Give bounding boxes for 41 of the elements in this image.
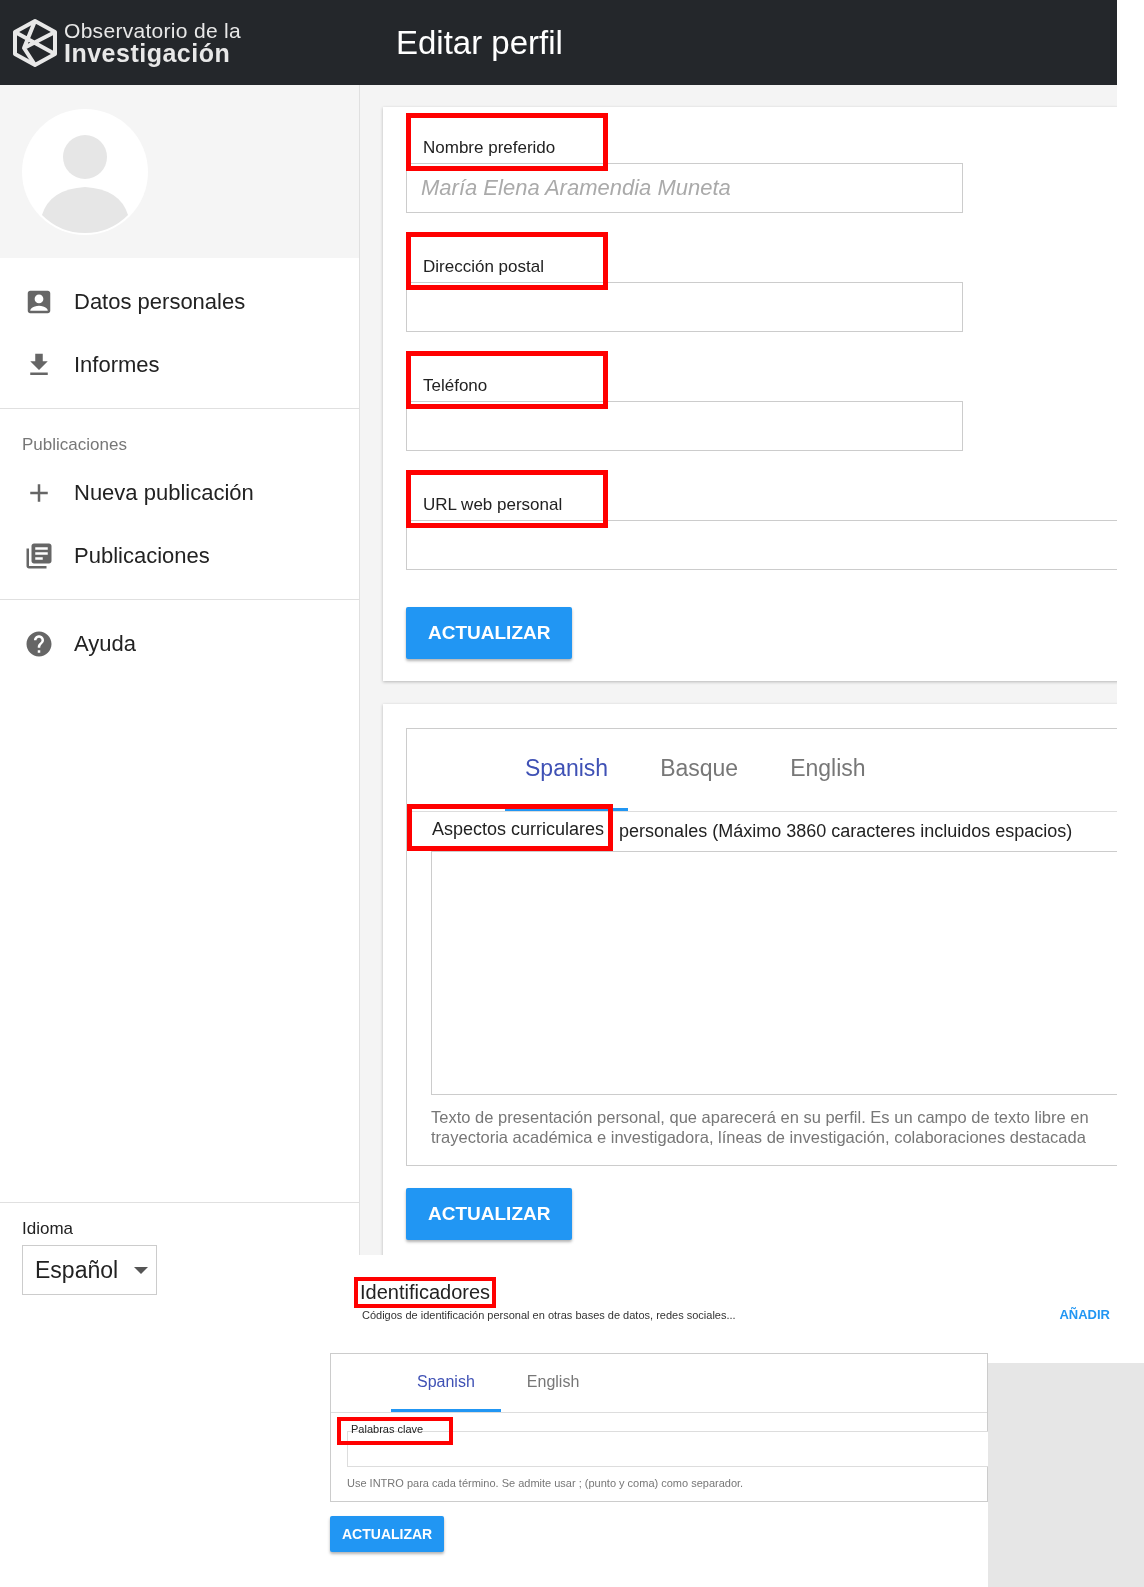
input-field[interactable] [406,520,1117,570]
avatar-icon [20,107,150,237]
section-subheader: Publicaciones [21,434,128,456]
nav-item[interactable]: Nueva publicación [0,461,359,524]
help-text: Use INTRO para cada término. Se admite usar ; (punto y coma) como separador. [346,1476,745,1491]
nav-item[interactable]: Ayuda [0,612,359,675]
field-label: Aspectos curriculares [432,819,605,839]
section-subtitle: Códigos de identificación personal en otras bases de datos, redes sociales... [361,1309,736,1321]
input-field[interactable] [347,1431,989,1467]
field-label: Palabras clave [351,1423,424,1435]
language-tab[interactable]: English [500,1354,606,1412]
section-title: Identificadores [360,1281,491,1303]
help-text: trayectoria académica e investigadora, líneas de investigación, colaboraciones destacada [431,1127,1087,1147]
nav-item[interactable]: Informes [0,333,359,396]
input-field[interactable] [406,282,963,332]
field-label: Teléfono [423,376,489,396]
language-tab[interactable]: Basque [640,729,759,811]
input-field[interactable]: María Elena Aramendia Muneta [406,163,963,213]
nav-item[interactable]: Datos personales [0,270,359,333]
page-title: Editar perfil [396,23,563,62]
help-text: Texto de presentación personal, que aparecerá en su perfil. Es un campo de texto libre en [431,1107,1090,1127]
language-select[interactable]: Español [22,1245,158,1295]
nav-label: Nueva publicación [74,479,254,506]
language-tab[interactable]: English [770,729,886,811]
field-label: personales (Máximo 3860 caracteres incluidos espacios) [619,820,1073,842]
nav-label: Publicaciones [74,542,210,569]
language-label: Idioma [22,1219,75,1239]
nav-label: Ayuda [74,630,136,657]
logo-text: Observatorio de la [64,19,241,41]
language-tab[interactable]: Spanish [505,729,629,811]
field-label: URL web personal [423,495,564,515]
language-tab[interactable]: Spanish [391,1354,501,1412]
input-field[interactable] [406,401,963,451]
field-label: Nombre preferido [423,138,557,158]
logo-text: Investigación [64,40,232,66]
nav-label: Informes [74,351,160,378]
hexagon-logo-icon [12,17,58,68]
nav-label: Datos personales [74,288,246,315]
field-label: Dirección postal [423,257,545,277]
nav-item[interactable]: Publicaciones [0,524,359,587]
dropdown-caret-icon [134,1266,149,1274]
